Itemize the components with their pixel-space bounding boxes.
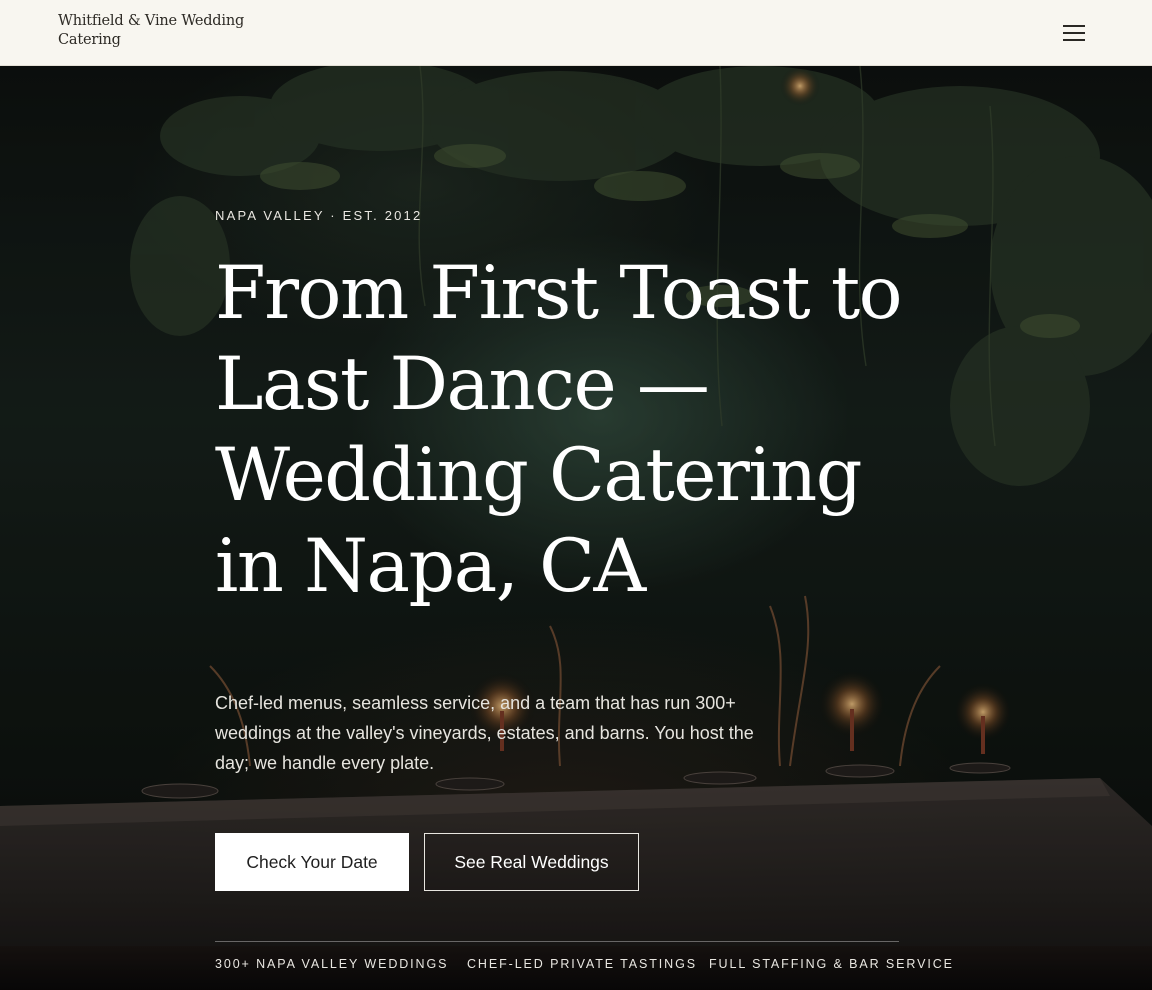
hero-subcopy: Chef-led menus, seamless service, and a …: [215, 693, 754, 773]
brand-logo-text[interactable]: Whitfield & Vine Wedding Catering: [58, 12, 258, 50]
menu-line: [1063, 25, 1085, 27]
hero-headline: From First Toast to Last Dance — Wedding…: [215, 251, 903, 609]
hero-divider: [215, 941, 899, 942]
check-your-date-button[interactable]: Check Your Date: [215, 833, 409, 891]
menu-line: [1063, 39, 1085, 41]
hero-section: NAPA VALLEY · EST. 2012 From First Toast…: [0, 66, 1152, 990]
menu-line: [1063, 32, 1085, 34]
hero-eyebrow: NAPA VALLEY · EST. 2012: [215, 208, 423, 223]
feature-item-staffing: FULL STAFFING & BAR SERVICE: [709, 957, 954, 971]
hamburger-menu-icon[interactable]: [1058, 18, 1090, 48]
site-header: Whitfield & Vine Wedding Catering: [0, 0, 1152, 66]
feature-item-tastings: CHEF-LED PRIVATE TASTINGS: [467, 957, 697, 971]
see-real-weddings-button[interactable]: See Real Weddings: [424, 833, 639, 891]
feature-item-weddings: 300+ NAPA VALLEY WEDDINGS: [215, 957, 449, 971]
